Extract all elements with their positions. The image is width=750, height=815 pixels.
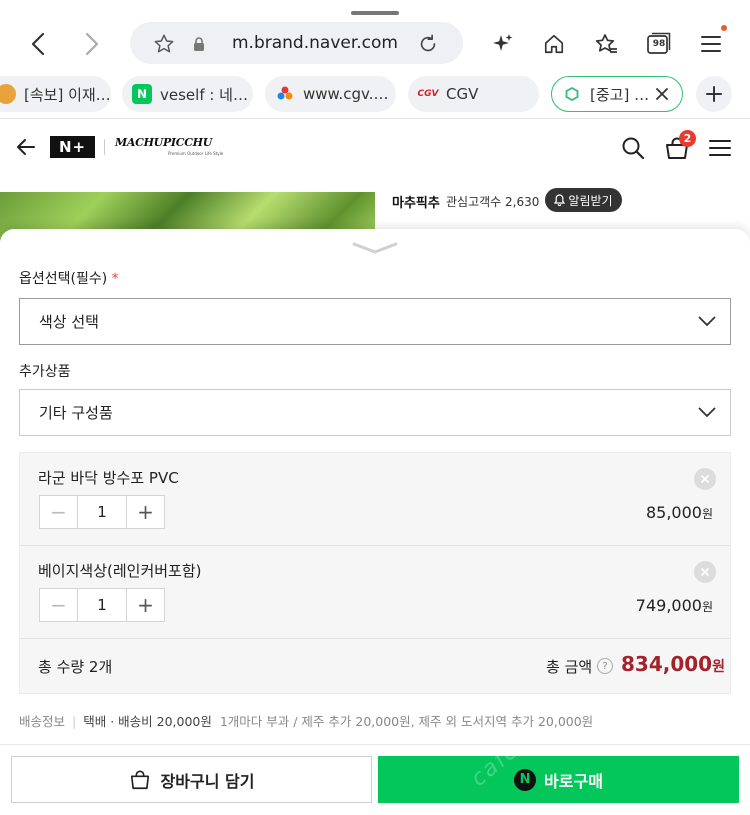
buy-now-label: 바로구매 <box>544 771 603 791</box>
item-divider <box>20 545 730 546</box>
close-tab-icon[interactable] <box>654 86 670 102</box>
tab-news[interactable]: [속보] 이재… <box>0 76 111 112</box>
menu-notification-dot <box>721 25 727 31</box>
shipping-info: 배송정보 | 택배 · 배송비 20,000원 1개마다 부과 / 제주 추가 20… <box>19 711 593 730</box>
cj-favicon-icon <box>275 84 295 104</box>
item-price-unit: 원 <box>701 507 713 521</box>
notify-button[interactable]: 알림받기 <box>545 188 622 212</box>
tab-label: veself : 네… <box>160 85 248 104</box>
tabs-count-label: 98 <box>652 39 666 49</box>
item-price: 749,000원 <box>560 596 713 615</box>
logo-divider <box>104 139 105 155</box>
news-favicon-icon <box>0 84 16 104</box>
total-price-label: 총 금액 <box>546 658 593 676</box>
bookmark-star-icon[interactable] <box>151 31 177 57</box>
remove-item-button[interactable] <box>694 468 716 490</box>
tab-veself[interactable]: N veself : 네… <box>122 76 253 112</box>
store-name[interactable]: 마추픽추 <box>392 192 440 211</box>
close-icon <box>701 475 709 483</box>
hamburger-menu-icon[interactable] <box>706 135 734 161</box>
color-select[interactable]: 색상 선택 <box>19 298 731 345</box>
item-name: 라군 바닥 방수포 PVC <box>38 469 179 487</box>
store-fans-count: 관심고객수 2,630 <box>446 195 540 209</box>
option-label-text: 옵션선택(필수) <box>19 271 108 287</box>
item-price-unit: 원 <box>701 600 713 614</box>
cgv-favicon-icon: CGV <box>417 89 439 99</box>
increase-button[interactable]: + <box>127 589 164 621</box>
page-back-icon[interactable] <box>12 134 40 160</box>
item-price: 85,000원 <box>560 503 713 522</box>
new-tab-button[interactable] <box>696 76 732 112</box>
brand-tagline: Premium Outdoor Life Style <box>168 151 224 156</box>
total-quantity: 총 수량 2개 <box>38 658 113 676</box>
reload-icon[interactable] <box>415 31 441 57</box>
search-icon[interactable] <box>619 134 647 162</box>
tab-cgv[interactable]: CGV CGV <box>408 76 539 112</box>
shipping-label: 배송정보 <box>19 714 66 729</box>
nplus-logo[interactable]: N+ <box>50 136 95 158</box>
tab-label: [중고] … <box>590 85 650 104</box>
addon-select[interactable]: 기타 구성품 <box>19 389 731 436</box>
cafe-favicon-icon <box>562 84 582 104</box>
menu-icon[interactable] <box>697 30 725 58</box>
naver-pay-icon: N <box>514 768 537 791</box>
required-mark: * <box>111 271 119 287</box>
chevron-down-icon <box>698 407 716 417</box>
tab-cgv-www[interactable]: www.cgv.… <box>265 76 396 112</box>
url-text[interactable]: m.brand.naver.com <box>232 33 398 53</box>
decrease-button[interactable]: − <box>40 589 77 621</box>
forward-icon[interactable] <box>78 30 106 58</box>
shipping-separator: | <box>72 714 77 729</box>
shopping-bag-icon <box>130 769 149 789</box>
cart-count-badge: 2 <box>679 130 696 147</box>
total-price-unit: 원 <box>712 659 725 675</box>
decrease-button[interactable]: − <box>40 496 77 528</box>
remove-item-button[interactable] <box>694 561 716 583</box>
naver-favicon-icon: N <box>132 84 152 104</box>
total-divider <box>20 638 730 639</box>
total-price: 834,000원 <box>621 652 725 676</box>
drag-handle[interactable] <box>351 11 399 15</box>
add-to-cart-label: 장바구니 담기 <box>160 771 255 791</box>
tab-joonggo[interactable]: [중고] … <box>551 76 683 112</box>
ai-sparkle-icon[interactable] <box>489 30 517 58</box>
add-to-cart-button[interactable]: 장바구니 담기 <box>11 756 372 803</box>
home-icon[interactable] <box>540 30 568 58</box>
shipping-value: 택배 · 배송비 20,000원 <box>83 714 212 729</box>
item-name: 베이지색상(레인커버포함) <box>38 562 202 580</box>
quantity-stepper: − 1 + <box>39 588 165 622</box>
back-icon[interactable] <box>24 30 52 58</box>
close-icon <box>701 568 709 576</box>
tab-label: [속보] 이재… <box>24 85 111 104</box>
item-price-value: 85,000 <box>645 503 702 522</box>
chevron-down-icon <box>698 316 716 326</box>
help-icon[interactable]: ? <box>597 658 613 674</box>
increase-button[interactable]: + <box>127 496 164 528</box>
brand-logo[interactable]: MACHUPICCHU <box>115 136 212 149</box>
option-required-label: 옵션선택(필수) * <box>19 268 119 288</box>
bookmarks-icon[interactable] <box>592 30 620 58</box>
quantity-stepper: − 1 + <box>39 495 165 529</box>
addon-label: 추가상품 <box>19 364 71 380</box>
collapse-sheet-icon[interactable] <box>351 240 399 259</box>
quantity-value[interactable]: 1 <box>77 589 127 621</box>
plus-icon <box>706 86 722 102</box>
tab-label: CGV <box>446 85 479 103</box>
tab-label: www.cgv.… <box>303 85 389 103</box>
screen: m.brand.naver.com 98 [속보] 이재… N veself :… <box>0 0 750 815</box>
chrome-divider <box>0 118 750 119</box>
notify-label: 알림받기 <box>568 193 613 208</box>
quantity-value[interactable]: 1 <box>77 496 127 528</box>
item-price-value: 749,000 <box>635 596 702 615</box>
shipping-note: 1개마다 부과 / 제주 추가 20,000원, 제주 외 도서지역 추가 20… <box>219 714 594 729</box>
addon-select-value: 기타 구성품 <box>39 404 113 422</box>
footer-divider <box>0 744 750 745</box>
total-price-value: 834,000 <box>621 652 713 676</box>
buy-now-button[interactable]: N 바로구매 <box>378 756 739 803</box>
color-select-value: 색상 선택 <box>39 313 99 331</box>
lock-icon <box>191 35 207 53</box>
bell-icon <box>554 194 566 206</box>
